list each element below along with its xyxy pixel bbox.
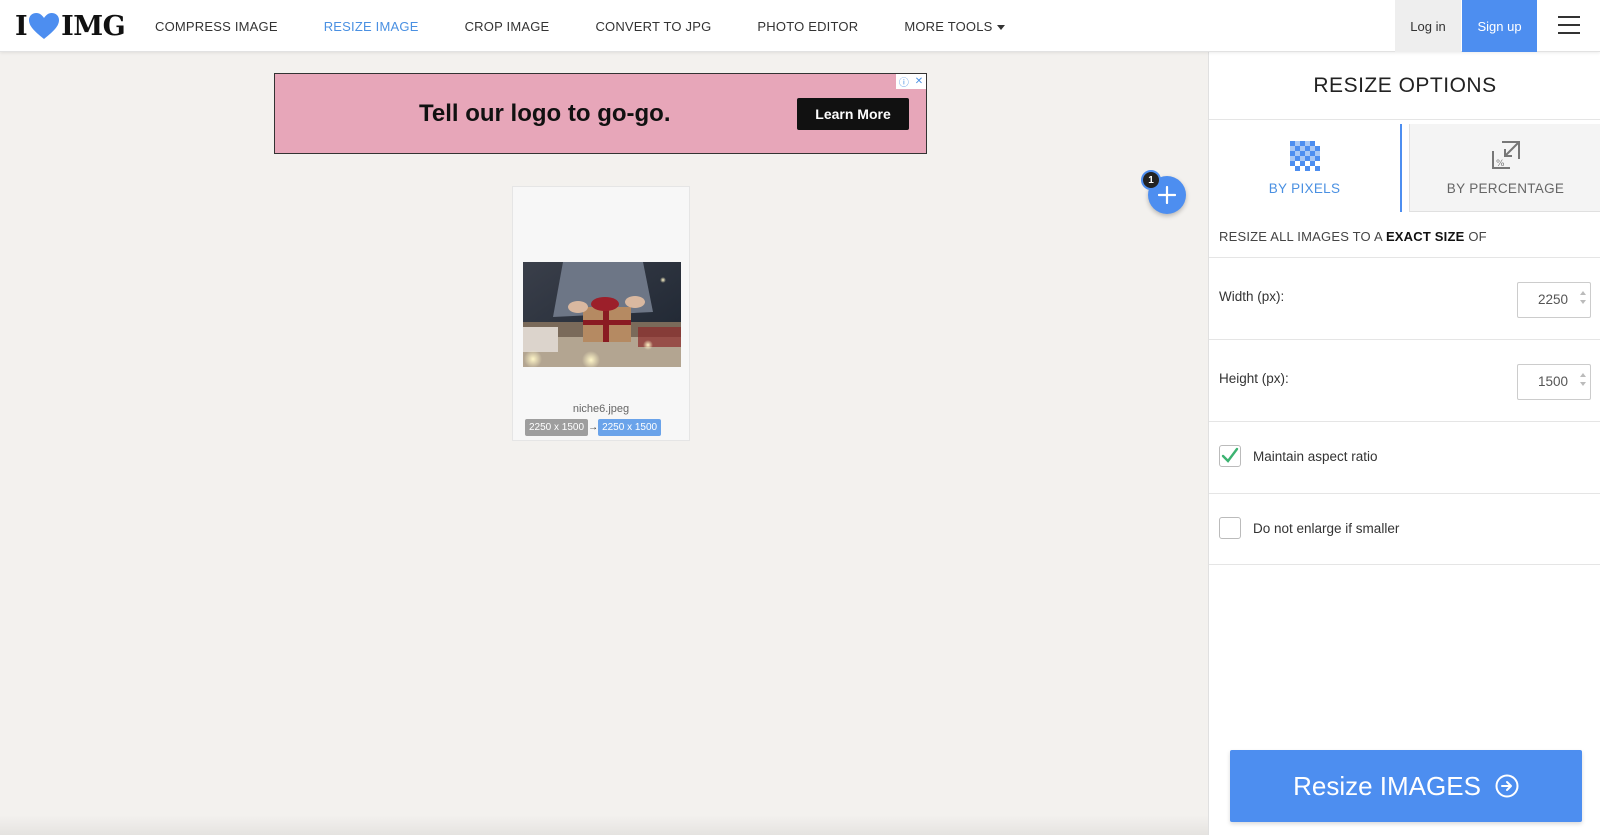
resize-button-label: Resize IMAGES [1293, 770, 1481, 801]
ilovimg-logo[interactable]: I IMG [15, 10, 126, 42]
nav-resize-image[interactable]: RESIZE IMAGE [324, 19, 419, 34]
top-header: I IMG COMPRESS IMAGE RESIZE IMAGE CROP I… [0, 0, 1600, 52]
tab-by-percentage-label: BY PERCENTAGE [1446, 181, 1565, 196]
width-label: Width (px): [1219, 289, 1285, 304]
no-enlarge-label: Do not enlarge if smaller [1253, 521, 1400, 536]
resize-description-suffix: OF [1468, 229, 1487, 244]
arrow-right-icon: → [588, 422, 599, 433]
width-input[interactable]: 2250 [1517, 282, 1591, 318]
resize-description-bold: EXACT SIZE [1385, 229, 1465, 244]
percentage-resize-icon: % [1491, 141, 1520, 169]
heart-icon [29, 13, 60, 39]
width-stepper-icon[interactable] [1580, 291, 1586, 304]
panel-title: RESIZE OPTIONS [1209, 52, 1600, 120]
gift-wrapping-photo [523, 262, 681, 367]
logo-text-right: IMG [61, 10, 126, 42]
ad-controls: ⓘ ✕ [896, 74, 926, 89]
nav-more-tools[interactable]: MORE TOOLS [904, 18, 1005, 34]
arrow-circle-right-icon [1495, 774, 1519, 798]
resize-options-panel: RESIZE OPTIONS BY PIXELS % BY PERCENTAGE… [1208, 52, 1600, 835]
nav-compress-image[interactable]: COMPRESS IMAGE [155, 19, 278, 34]
new-size-badge: 2250 x 1500 [598, 419, 662, 436]
height-label: Height (px): [1219, 371, 1289, 386]
nav-crop-image[interactable]: CROP IMAGE [465, 19, 550, 34]
ad-banner[interactable]: Tell our logo to go-go. Learn More ⓘ ✕ [274, 73, 927, 154]
plus-icon [1158, 186, 1176, 204]
image-dimensions: 2250 x 1500 → 2250 x 1500 [525, 419, 662, 436]
maintain-aspect-row: Maintain aspect ratio [1209, 421, 1600, 493]
resize-images-button[interactable]: Resize IMAGES [1230, 750, 1582, 822]
login-button[interactable]: Log in [1395, 0, 1461, 52]
image-card[interactable]: niche6.jpeg 2250 x 1500 → 2250 x 1500 [512, 186, 690, 441]
ad-learn-more-button[interactable]: Learn More [797, 98, 909, 130]
no-enlarge-checkbox[interactable] [1219, 517, 1241, 539]
height-value: 1500 [1537, 374, 1568, 389]
workspace-bottom-shadow [0, 815, 1208, 835]
no-enlarge-row: Do not enlarge if smaller [1209, 493, 1600, 565]
height-stepper-icon[interactable] [1580, 373, 1586, 386]
svg-text:%: % [1496, 159, 1505, 169]
width-value: 2250 [1537, 292, 1568, 307]
maintain-aspect-label: Maintain aspect ratio [1253, 449, 1378, 464]
checkmark-icon [1221, 447, 1239, 463]
nav-photo-editor[interactable]: PHOTO EDITOR [757, 19, 858, 34]
nav-convert-to-jpg[interactable]: CONVERT TO JPG [595, 19, 711, 34]
nav-more-tools-label: MORE TOOLS [904, 18, 993, 34]
tab-by-pixels-label: BY PIXELS [1268, 180, 1341, 196]
hamburger-menu-icon[interactable] [1558, 16, 1580, 34]
logo-text-left: I [15, 10, 28, 42]
image-filename: niche6.jpeg [572, 403, 630, 415]
image-thumbnail [523, 262, 681, 367]
resize-description: RESIZE ALL IMAGES TO A EXACT SIZE OF [1219, 229, 1487, 244]
signup-button[interactable]: Sign up [1462, 0, 1537, 52]
caret-down-icon [996, 24, 1005, 30]
original-size-badge: 2250 x 1500 [525, 419, 589, 436]
main-nav: COMPRESS IMAGE RESIZE IMAGE CROP IMAGE C… [155, 0, 1051, 52]
width-row: Width (px): 2250 [1209, 257, 1600, 339]
height-row: Height (px): 1500 [1209, 339, 1600, 421]
tab-by-percentage[interactable]: % BY PERCENTAGE [1409, 124, 1600, 212]
resize-description-prefix: RESIZE ALL IMAGES TO A [1219, 229, 1383, 244]
ad-info-icon[interactable]: ⓘ [899, 74, 909, 89]
pixels-icon [1289, 140, 1320, 171]
maintain-aspect-checkbox[interactable] [1219, 445, 1241, 467]
image-count-badge: 1 [1141, 170, 1161, 190]
tab-by-pixels[interactable]: BY PIXELS [1209, 124, 1402, 212]
ad-text: Tell our logo to go-go. [419, 100, 671, 127]
ad-close-icon[interactable]: ✕ [915, 76, 923, 87]
height-input[interactable]: 1500 [1517, 364, 1591, 400]
